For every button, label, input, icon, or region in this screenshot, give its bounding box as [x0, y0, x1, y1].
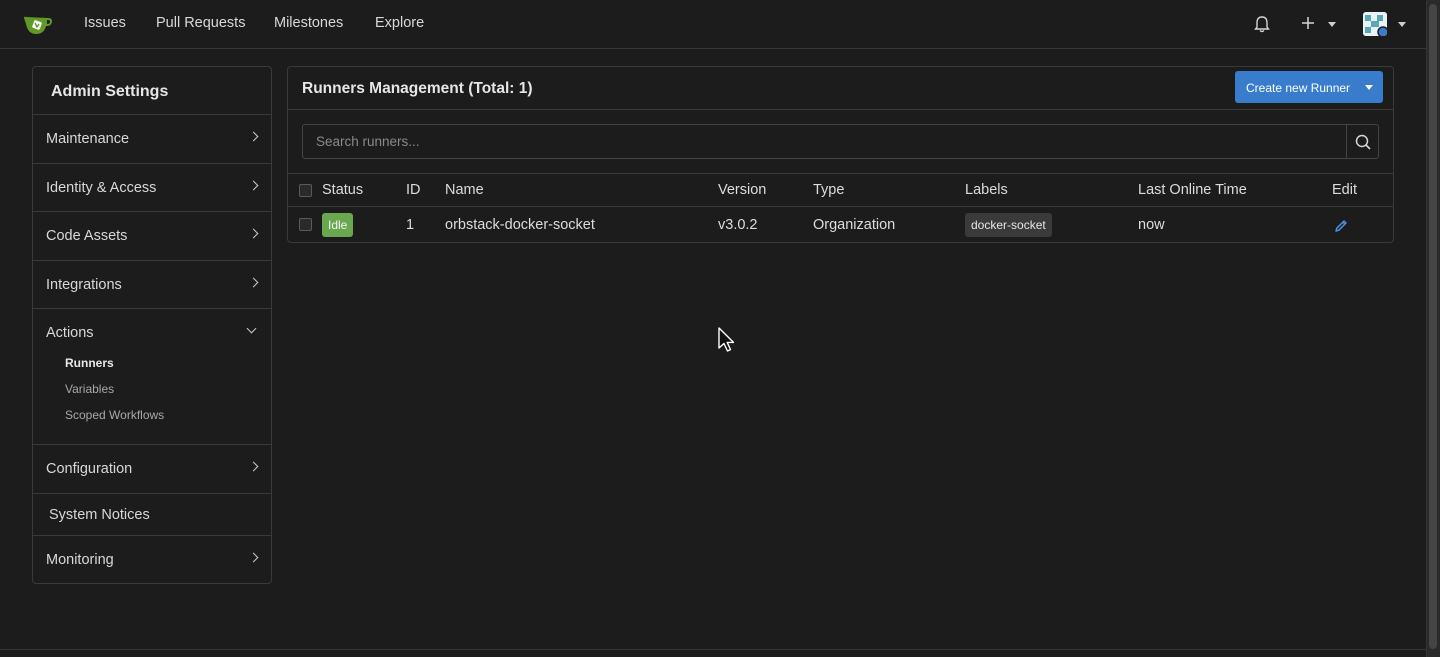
bell-icon[interactable]	[1254, 15, 1270, 33]
nav-explore[interactable]: Explore	[375, 15, 424, 31]
sidebar-item-code-assets[interactable]: Code Assets	[33, 212, 271, 261]
column-header-edit: Edit	[1332, 182, 1357, 198]
select-all-checkbox[interactable]	[299, 184, 312, 197]
runner-name: orbstack-docker-socket	[445, 217, 595, 233]
search-icon	[1355, 134, 1371, 150]
chevron-down-icon	[1365, 85, 1373, 90]
column-header-id[interactable]: ID	[406, 182, 421, 198]
sidebar-item-configuration[interactable]: Configuration	[33, 445, 271, 494]
sidebar-item-label: Maintenance	[46, 131, 130, 147]
chevron-down-icon[interactable]	[1398, 22, 1406, 27]
create-runner-label: Create new Runner	[1246, 81, 1351, 95]
sidebar-item-identity-access[interactable]: Identity & Access	[33, 164, 271, 212]
admin-sidebar: Admin Settings Maintenance Identity & Ac…	[32, 66, 272, 584]
mouse-cursor-icon	[718, 327, 735, 352]
sidebar-item-label: Monitoring	[46, 551, 114, 568]
sidebar-item-label: Integrations	[46, 276, 122, 293]
column-header-last-online[interactable]: Last Online Time	[1138, 182, 1247, 198]
page-title: Runners Management (Total: 1)	[302, 80, 533, 97]
create-runner-button[interactable]: Create new Runner	[1235, 71, 1383, 103]
sidebar-subitem-runners[interactable]: Runners	[65, 356, 114, 370]
avatar-image-icon	[1363, 12, 1387, 36]
sidebar-item-maintenance[interactable]: Maintenance	[33, 115, 271, 164]
column-header-status[interactable]: Status	[322, 182, 363, 198]
avatar[interactable]	[1363, 12, 1387, 36]
scrollbar-thumb[interactable]	[1429, 4, 1437, 649]
nav-pull-requests[interactable]: Pull Requests	[156, 15, 245, 31]
table-row: Idle 1 orbstack-docker-socket v3.0.2 Org…	[288, 207, 1393, 242]
sidebar-item-label: Actions	[46, 325, 94, 341]
sidebar-item-integrations[interactable]: Integrations	[33, 261, 271, 309]
chevron-right-icon	[248, 131, 259, 142]
create-menu-button[interactable]	[1300, 14, 1336, 37]
edit-pencil-icon[interactable]	[1333, 218, 1349, 234]
runner-label-tag: docker-socket	[965, 213, 1052, 237]
sidebar-title: Admin Settings	[33, 67, 271, 115]
nav-issues[interactable]: Issues	[84, 15, 126, 31]
sidebar-item-label: Configuration	[46, 461, 133, 477]
row-checkbox[interactable]	[299, 218, 312, 231]
chevron-right-icon	[248, 461, 259, 472]
nav-milestones[interactable]: Milestones	[274, 15, 343, 31]
runners-panel: Runners Management (Total: 1) Create new…	[287, 66, 1394, 243]
runner-id: 1	[406, 217, 415, 233]
status-badge: Idle	[322, 213, 354, 237]
footer-divider	[0, 649, 1426, 657]
runner-last-online: now	[1138, 217, 1165, 233]
sidebar-subitem-variables[interactable]: Variables	[65, 382, 114, 396]
column-header-name[interactable]: Name	[445, 182, 484, 198]
search-input[interactable]	[302, 124, 1347, 159]
sidebar-item-label: Code Assets	[46, 228, 128, 244]
runner-version: v3.0.2	[718, 217, 758, 233]
runner-type: Organization	[813, 217, 896, 233]
sidebar-item-system-notices[interactable]: System Notices	[33, 494, 271, 536]
sidebar-item-actions[interactable]: Actions Runners Variables Scoped Workflo…	[33, 309, 271, 445]
search-row	[288, 110, 1393, 174]
chevron-down-icon	[1328, 22, 1336, 27]
sidebar-item-label: Identity & Access	[46, 179, 157, 196]
panel-header: Runners Management (Total: 1) Create new…	[288, 67, 1393, 110]
chevron-right-icon	[248, 228, 259, 239]
column-header-version[interactable]: Version	[718, 182, 766, 198]
column-header-labels: Labels	[965, 182, 1008, 198]
gitea-logo-icon[interactable]	[22, 12, 54, 38]
chevron-right-icon	[248, 180, 259, 190]
top-navbar: Issues Pull Requests Milestones Explore	[0, 0, 1426, 49]
column-header-type[interactable]: Type	[813, 182, 844, 198]
chevron-right-icon	[248, 277, 259, 287]
plus-icon	[1302, 17, 1314, 29]
chevron-right-icon	[248, 552, 259, 562]
sidebar-item-label: System Notices	[49, 506, 150, 523]
chevron-down-icon	[246, 323, 257, 334]
table-header: Status ID Name Version Type Labels Last …	[288, 174, 1393, 207]
sidebar-subitem-scoped-workflows[interactable]: Scoped Workflows	[65, 408, 164, 422]
sidebar-item-monitoring[interactable]: Monitoring	[33, 536, 271, 585]
search-button[interactable]	[1346, 124, 1379, 159]
